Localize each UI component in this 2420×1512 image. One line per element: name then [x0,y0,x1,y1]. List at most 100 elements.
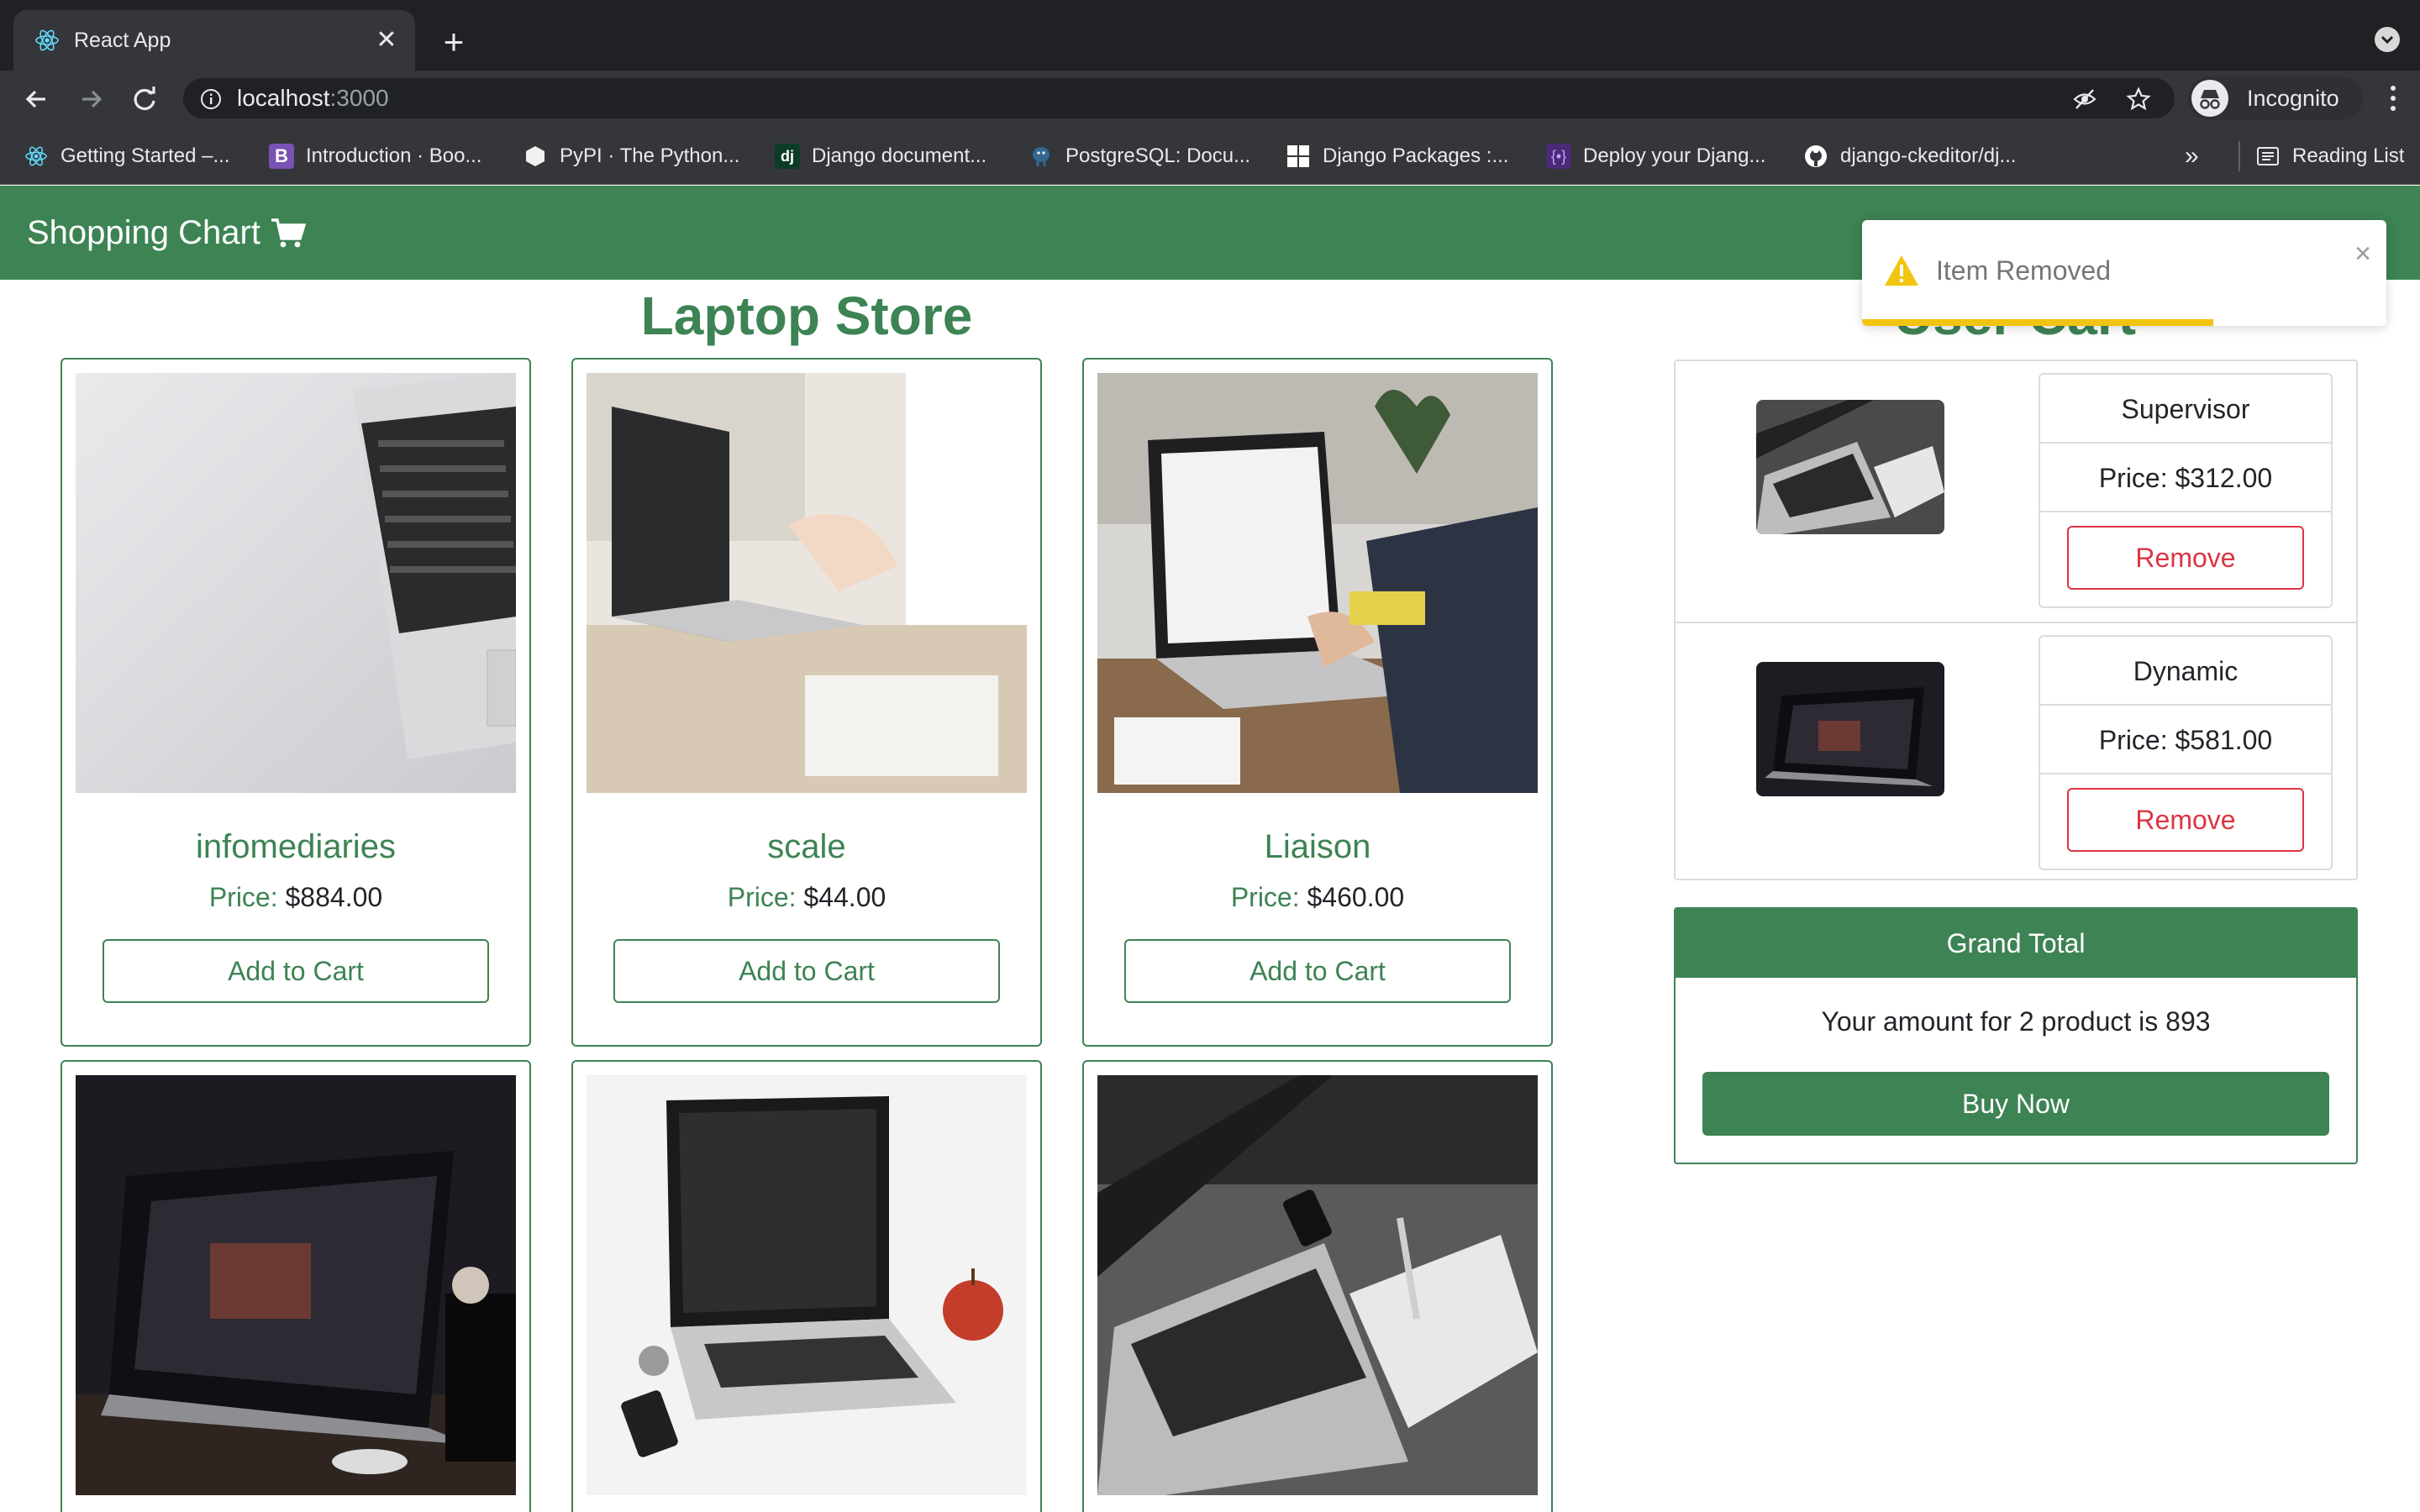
price-label: Price: [727,882,797,912]
django-packages-icon [1287,145,1309,167]
bookmark-label: Deploy your Djang... [1583,144,1766,167]
price-value: $460.00 [1307,882,1405,912]
incognito-icon [2191,80,2228,117]
bookmark-item[interactable]: B Introduction · Boo... [269,141,481,171]
product-image [587,373,1027,793]
address-bar[interactable]: localhost:3000 [183,78,2175,118]
warning-icon [1885,255,1918,286]
add-to-cart-button[interactable]: Add to Cart [613,939,1000,1003]
tab-close-icon[interactable]: ✕ [371,25,402,55]
bookmark-item[interactable]: {•} Deploy your Djang... [1546,141,1765,171]
product-card: scale Price: $44.00 Add to Cart [571,358,1042,1047]
product-card [1082,1060,1553,1512]
browser-toolbar: localhost:3000 Incognito [0,71,2420,126]
tab-title: React App [74,29,171,52]
buy-now-button[interactable]: Buy Now [1702,1072,2329,1136]
price-label: Price: [208,882,278,912]
new-tab-button[interactable]: + [434,24,474,64]
cart-item-image [1756,662,1944,796]
site-info-icon[interactable] [200,88,222,110]
browser-tabstrip: React App ✕ + [0,0,2420,71]
grand-total-card: Grand Total Your amount for 2 product is… [1674,907,2358,1164]
add-to-cart-button[interactable]: Add to Cart [1124,939,1511,1003]
grand-total-text: Your amount for 2 product is 893 [1821,1006,2211,1037]
bookmark-star-icon[interactable] [2126,87,2151,112]
product-price: Price: $884.00 [62,880,529,914]
react-logo-icon [25,146,47,166]
product-image [76,1075,516,1495]
incognito-badge[interactable]: Incognito [2188,76,2363,120]
product-name: scale [767,828,846,865]
toast-progress-bar [1862,319,2214,326]
store-title: Laptop Store [640,286,973,346]
tab-search-icon[interactable] [2375,27,2400,52]
browser-menu-icon[interactable] [2383,84,2403,113]
product-image [587,1075,1027,1495]
eye-slash-icon[interactable] [2072,87,2097,112]
price-value: $884.00 [285,882,383,912]
react-logo-icon [35,29,59,51]
product-name: Liaison [1264,828,1371,865]
cart-item-name: Supervisor [2040,375,2331,444]
product-name: infomediaries [196,828,396,865]
cart-item: Dynamic Price: $581.00 Remove [1676,622,2356,882]
browser-tab[interactable]: React App ✕ [13,10,415,71]
back-icon[interactable] [18,81,55,118]
deploy-logo-icon: {•} [1546,144,1571,169]
toast-close-icon[interactable]: × [2354,239,2371,269]
cart-item-image [1756,400,1944,534]
cart-item-name: Dynamic [2040,637,2331,706]
bookmark-label: django-ckeditor/dj... [1840,144,2017,167]
product-card [571,1060,1042,1512]
cart-item-price: Price: $581.00 [2040,706,2331,774]
forward-icon[interactable] [72,81,109,118]
bookmark-item[interactable]: PyPI · The Python... [523,141,739,171]
product-image [1097,1075,1538,1495]
product-price: Price: $44.00 [573,880,1040,914]
pypi-logo-icon [526,146,544,166]
bookmark-item[interactable]: dj Django document... [775,141,986,171]
bookmark-label: PostgreSQL: Docu... [1065,144,1251,167]
bookmarks-overflow-button[interactable]: » [2185,141,2199,171]
bookmark-item[interactable]: Getting Started –... [24,141,229,171]
toast-notification: Item Removed × [1862,220,2386,326]
product-price: Price: $460.00 [1084,880,1551,914]
brand-label: Shopping Chart [27,214,260,251]
add-to-cart-button[interactable]: Add to Cart [103,939,489,1003]
product-card: Liaison Price: $460.00 Add to Cart [1082,358,1553,1047]
cart-item: Supervisor Price: $312.00 Remove [1676,361,2356,622]
cart-item-details: Supervisor Price: $312.00 Remove [2039,373,2333,608]
remove-button[interactable]: Remove [2067,788,2304,852]
reload-icon[interactable] [126,81,163,118]
reading-list-button[interactable]: Reading List [2238,141,2404,171]
grand-total-header: Grand Total [1676,909,2356,978]
postgresql-logo-icon [1033,147,1050,166]
bookmark-item[interactable]: PostgreSQL: Docu... [1028,141,1250,171]
price-label: Price: [1230,882,1300,912]
reading-list-icon [2257,147,2279,165]
bookmark-item[interactable]: django-ckeditor/dj... [1803,141,2016,171]
product-image [76,373,516,793]
toast-message: Item Removed [1936,255,2112,286]
bookmark-label: Getting Started –... [60,144,230,167]
reading-list-label: Reading List [2292,144,2405,167]
github-logo-icon [1805,145,1827,167]
url-text: localhost:3000 [237,83,389,113]
bookmark-label: Introduction · Boo... [306,144,482,167]
remove-button[interactable]: Remove [2067,526,2304,590]
bookmark-label: Django Packages :... [1323,144,1509,167]
cart-item-details: Dynamic Price: $581.00 Remove [2039,635,2333,870]
price-value: $44.00 [803,882,886,912]
product-card [60,1060,531,1512]
bookmarks-bar: Getting Started –... B Introduction · Bo… [0,126,2420,185]
brand-link[interactable]: Shopping Chart [27,211,306,255]
django-logo-icon: dj [775,144,800,169]
bookmark-label: Django document... [812,144,987,167]
product-card: infomediaries Price: $884.00 Add to Cart [60,358,531,1047]
url-host: localhost [237,85,330,111]
bookmark-label: PyPI · The Python... [560,144,740,167]
shopping-cart-icon [271,218,306,248]
product-image [1097,373,1538,793]
bookmark-item[interactable]: Django Packages :... [1286,141,1508,171]
url-port: :3000 [329,85,389,111]
